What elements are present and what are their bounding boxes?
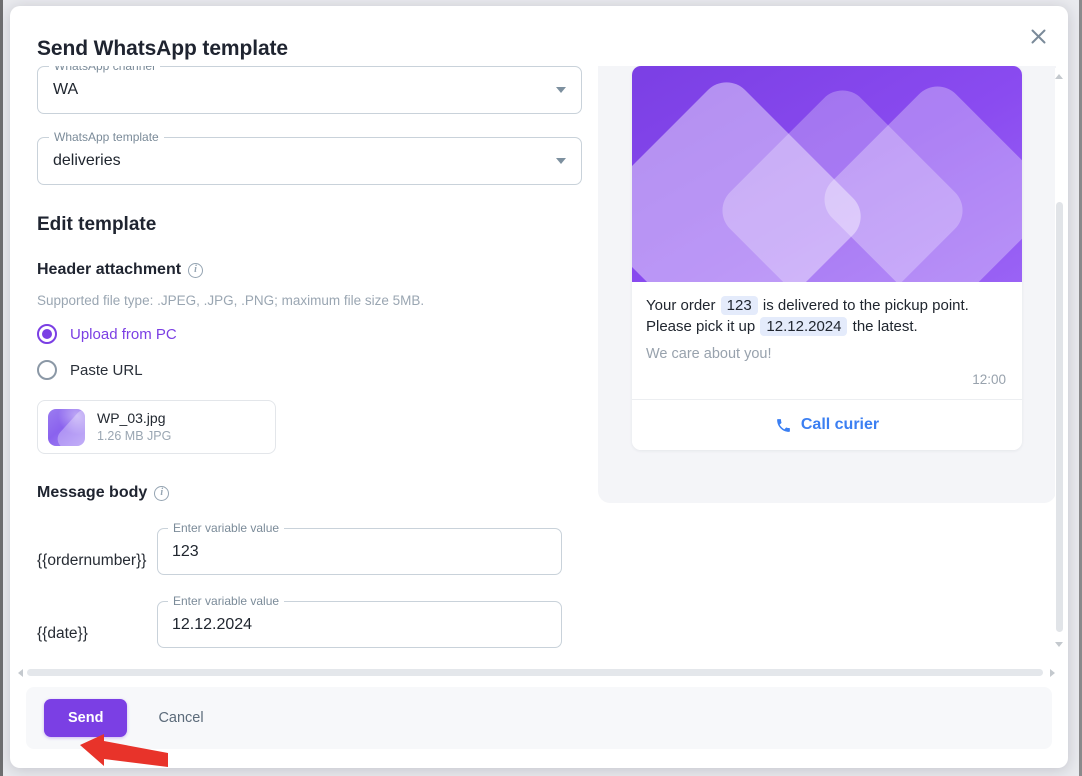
header-attachment-label: Header attachment <box>37 261 182 278</box>
scroll-right-arrow-icon[interactable] <box>1050 669 1055 677</box>
variable-row-ordernumber: {{ordernumber}} Enter variable value 123 <box>37 521 582 575</box>
send-whatsapp-template-modal: Send WhatsApp template WhatsApp channel … <box>10 6 1068 768</box>
image-thumbnail-icon <box>48 408 85 446</box>
chevron-down-icon[interactable] <box>556 87 566 93</box>
message-footer-note: We care about you! <box>646 346 772 362</box>
variable-input-ordernumber[interactable]: Enter variable value 123 <box>157 521 562 575</box>
radio-icon-selected <box>37 324 57 344</box>
page-root: Send WhatsApp template WhatsApp channel … <box>0 0 1082 776</box>
browser-edge-left <box>0 0 3 776</box>
variable-chip-ordernumber: 123 <box>720 296 758 315</box>
call-curier-label: Call curier <box>800 416 880 433</box>
variable-chip-date: 12.12.2024 <box>760 317 848 336</box>
vertical-scrollbar-thumb[interactable] <box>1056 202 1063 632</box>
edit-template-heading: Edit template <box>37 214 157 235</box>
scroll-left-arrow-icon[interactable] <box>18 669 23 677</box>
supported-file-hint: Supported file type: .JPEG, .JPG, .PNG; … <box>37 293 425 308</box>
radio-label-paste-url: Paste URL <box>70 361 143 379</box>
message-body-heading: Message body i <box>37 484 582 502</box>
whatsapp-message-bubble: Your order 123 is delivered to the picku… <box>632 66 1022 450</box>
variable-name-date: {{date}} <box>37 625 88 642</box>
phone-icon <box>776 418 790 432</box>
page-title: Send WhatsApp template <box>37 37 288 60</box>
radio-label-upload-from-pc: Upload from PC <box>70 325 177 343</box>
message-body-label: Message body <box>37 484 148 501</box>
whatsapp-channel-label: WhatsApp channel <box>49 66 160 73</box>
radio-paste-url[interactable]: Paste URL <box>37 360 582 380</box>
close-icon[interactable] <box>1020 18 1056 54</box>
message-body-text: Your order 123 is delivered to the picku… <box>632 282 1022 337</box>
radio-icon-unselected <box>37 360 57 380</box>
scroll-up-arrow-icon[interactable] <box>1055 74 1063 79</box>
variable-input-date[interactable]: Enter variable value 12.12.2024 <box>157 594 562 648</box>
message-timestamp: 12:00 <box>972 372 1006 387</box>
info-icon[interactable]: i <box>188 262 204 278</box>
message-text-part1: Your order <box>646 297 716 314</box>
modal-footer: Send Cancel <box>26 687 1052 749</box>
form-column: WhatsApp channel WA WhatsApp template de… <box>37 66 582 648</box>
cancel-button[interactable]: Cancel <box>150 699 211 737</box>
attached-file-meta: 1.26 MB JPG <box>97 429 172 443</box>
variable-input-label-date: Enter variable value <box>168 594 285 608</box>
whatsapp-channel-value: WA <box>53 81 79 98</box>
variable-name-ordernumber: {{ordernumber}} <box>37 552 147 569</box>
horizontal-scrollbar-thumb[interactable] <box>27 669 1043 676</box>
whatsapp-template-label: WhatsApp template <box>49 130 164 144</box>
variable-row-date: {{date}} Enter variable value 12.12.2024 <box>37 594 582 648</box>
modal-scroll-body: WhatsApp channel WA WhatsApp template de… <box>10 66 1068 671</box>
message-text-part3: the latest. <box>852 318 918 335</box>
chevron-down-icon[interactable] <box>556 158 566 164</box>
header-image-preview <box>632 66 1022 282</box>
variable-input-value-ordernumber: 123 <box>172 542 199 560</box>
message-preview-panel: Your order 123 is delivered to the picku… <box>598 66 1056 503</box>
info-icon[interactable]: i <box>154 485 170 501</box>
radio-upload-from-pc[interactable]: Upload from PC <box>37 324 582 344</box>
variable-input-value-date: 12.12.2024 <box>172 615 253 633</box>
whatsapp-channel-select[interactable]: WhatsApp channel WA <box>37 66 582 114</box>
attached-file-name: WP_03.jpg <box>97 410 166 426</box>
call-curier-button[interactable]: Call curier <box>632 400 1022 450</box>
header-attachment-heading: Header attachment i <box>37 261 582 279</box>
whatsapp-template-value: deliveries <box>53 152 121 169</box>
scroll-down-arrow-icon[interactable] <box>1055 642 1063 647</box>
send-button[interactable]: Send <box>44 699 128 737</box>
whatsapp-template-select[interactable]: WhatsApp template deliveries <box>37 130 582 185</box>
attached-file-card[interactable]: WP_03.jpg 1.26 MB JPG <box>37 400 276 454</box>
variable-input-label-ordernumber: Enter variable value <box>168 521 285 535</box>
